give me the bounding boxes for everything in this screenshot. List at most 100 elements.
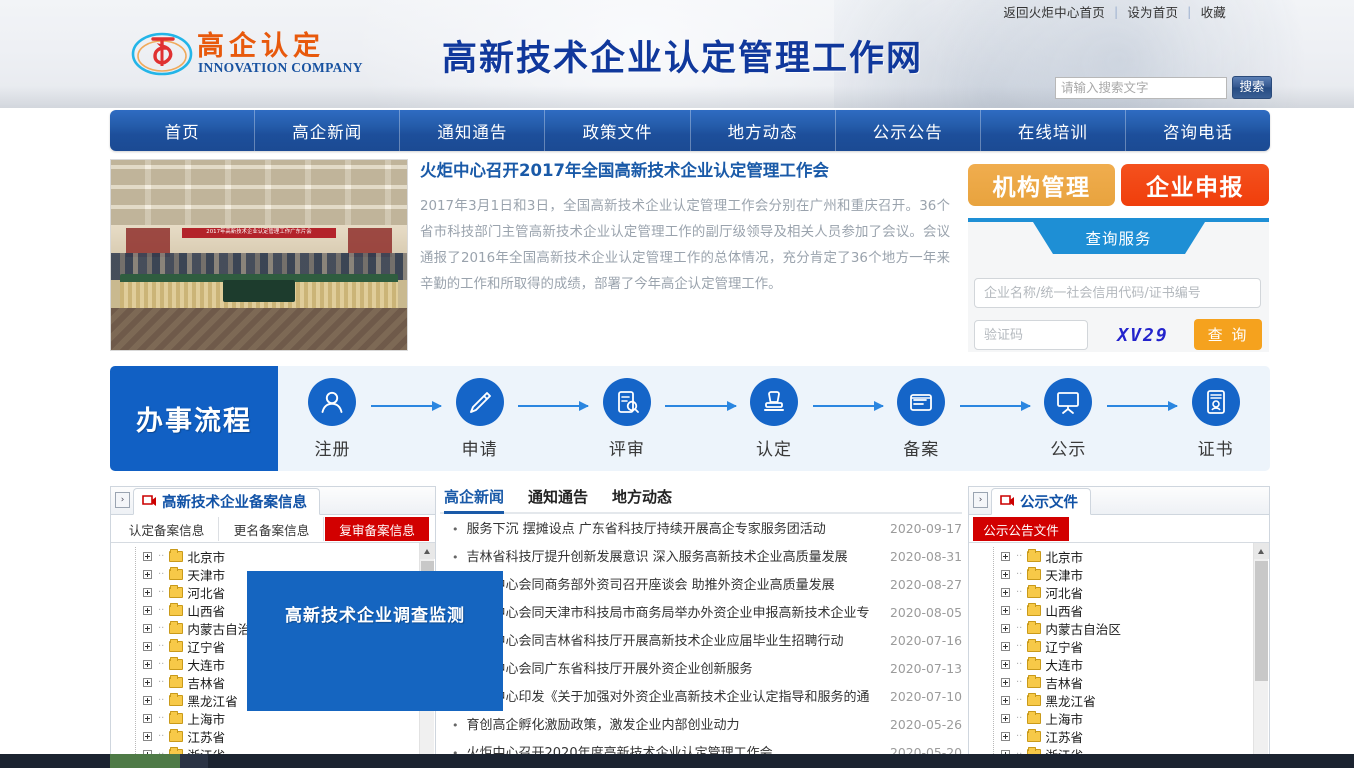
tree-item[interactable]: ··山西省 bbox=[969, 601, 1253, 619]
scrollbar-thumb[interactable] bbox=[1255, 561, 1268, 681]
expand-plus-icon[interactable] bbox=[143, 642, 152, 651]
site-logo[interactable]: 高企认定 INNOVATION COMPANY bbox=[131, 22, 331, 84]
tree-item[interactable]: ··黑龙江省 bbox=[969, 691, 1253, 709]
captcha-code-image[interactable]: XV29 bbox=[1100, 321, 1186, 349]
org-management-button[interactable]: 机构管理 bbox=[968, 164, 1115, 206]
tree-item[interactable]: ··江苏省 bbox=[969, 727, 1253, 745]
link-favorite[interactable]: 收藏 bbox=[1201, 2, 1226, 21]
expand-plus-icon[interactable] bbox=[1001, 552, 1010, 561]
link-torch-center-home[interactable]: 返回火炬中心首页 bbox=[1003, 2, 1105, 21]
query-submit-button[interactable]: 查 询 bbox=[1194, 319, 1262, 350]
expand-plus-icon[interactable] bbox=[1001, 642, 1010, 651]
flow-step-apply[interactable]: 申请 bbox=[441, 378, 518, 460]
feature-photo[interactable]: 2017年高新技术企业认定管理工作广东片会 bbox=[110, 159, 408, 351]
link-set-homepage[interactable]: 设为首页 bbox=[1127, 2, 1178, 21]
tab-enterprise-news[interactable]: 高企新闻 bbox=[444, 486, 504, 512]
expand-plus-icon[interactable] bbox=[1001, 714, 1010, 723]
expand-plus-icon[interactable] bbox=[143, 678, 152, 687]
panel-collapse-button[interactable]: › bbox=[973, 492, 988, 508]
nav-item-home[interactable]: 首页 bbox=[110, 110, 255, 151]
page-root: 返回火炬中心首页 | 设为首页 | 收藏 高企认定 INNOVATION COM… bbox=[0, 0, 1354, 768]
expand-plus-icon[interactable] bbox=[143, 660, 152, 669]
news-item[interactable]: •吉林省科技厅提升创新发展意识 深入服务高新技术企业高质量发展2020-08-3… bbox=[440, 546, 962, 574]
tree-connector: ·· bbox=[158, 659, 164, 670]
expand-plus-icon[interactable] bbox=[1001, 732, 1010, 741]
news-item[interactable]: •火炬中心会同天津市科技局市商务局举办外资企业申报高新技术企业专2020-08-… bbox=[440, 602, 962, 630]
footer-segment-green bbox=[110, 754, 180, 768]
nav-item-hotline[interactable]: 咨询电话 bbox=[1126, 110, 1270, 151]
tree-item[interactable]: ··天津市 bbox=[969, 565, 1253, 583]
news-item[interactable]: •育创高企孵化激励政策，激发企业内部创业动力2020-05-26 bbox=[440, 714, 962, 742]
news-item[interactable]: •服务下沉 摆摊设点 广东省科技厅持续开展高企专家服务团活动2020-09-17 bbox=[440, 518, 962, 546]
tree-item[interactable]: ··辽宁省 bbox=[969, 637, 1253, 655]
nav-item-news[interactable]: 高企新闻 bbox=[255, 110, 400, 151]
tree-item[interactable]: ··江苏省 bbox=[111, 727, 419, 745]
expand-plus-icon[interactable] bbox=[1001, 696, 1010, 705]
flow-step-certify[interactable]: 认定 bbox=[736, 378, 813, 460]
feature-article-title[interactable]: 火炬中心召开2017年全国高新技术企业认定管理工作会 bbox=[420, 160, 950, 181]
expand-plus-icon[interactable] bbox=[143, 588, 152, 597]
subtab-certification-record[interactable]: 认定备案信息 bbox=[115, 517, 219, 541]
panel-collapse-button[interactable]: › bbox=[115, 492, 130, 508]
expand-plus-icon[interactable] bbox=[143, 624, 152, 633]
flow-step-record[interactable]: 备案 bbox=[883, 378, 960, 460]
nav-item-training[interactable]: 在线培训 bbox=[981, 110, 1126, 151]
expand-plus-icon[interactable] bbox=[1001, 624, 1010, 633]
subtab-rename-record[interactable]: 更名备案信息 bbox=[220, 517, 324, 541]
search-input[interactable] bbox=[1055, 77, 1227, 99]
tab-notices[interactable]: 通知通告 bbox=[528, 486, 588, 512]
news-item[interactable]: •火炬中心印发《关于加强对外资企业高新技术企业认定指导和服务的通2020-07-… bbox=[440, 686, 962, 714]
nav-item-notices[interactable]: 通知通告 bbox=[400, 110, 545, 151]
scroll-up-arrow-icon[interactable] bbox=[420, 543, 435, 559]
panel-tab-header: › 公示文件 bbox=[969, 487, 1269, 515]
expand-plus-icon[interactable] bbox=[1001, 660, 1010, 669]
tree-item[interactable]: ··河北省 bbox=[969, 583, 1253, 601]
tree-item[interactable]: ··北京市 bbox=[111, 547, 419, 565]
tree-item[interactable]: ··上海市 bbox=[111, 709, 419, 727]
expand-plus-icon[interactable] bbox=[1001, 678, 1010, 687]
expand-plus-icon[interactable] bbox=[1001, 570, 1010, 579]
flow-step-register[interactable]: 注册 bbox=[294, 378, 371, 460]
panel-tab-publicity-files[interactable]: 公示文件 bbox=[991, 488, 1091, 515]
nav-item-policy[interactable]: 政策文件 bbox=[545, 110, 690, 151]
news-item-title: 火炬中心会同广东省科技厅开展外资企业创新服务 bbox=[467, 658, 884, 677]
expand-plus-icon[interactable] bbox=[143, 606, 152, 615]
flow-step-publicity[interactable]: 公示 bbox=[1030, 378, 1107, 460]
tree-item[interactable]: ··北京市 bbox=[969, 547, 1253, 565]
tree-vertical-scrollbar[interactable] bbox=[1253, 543, 1268, 767]
tree-item[interactable]: ··内蒙古自治区 bbox=[969, 619, 1253, 637]
nav-item-local[interactable]: 地方动态 bbox=[691, 110, 836, 151]
news-item-title: 火炬中心印发《关于加强对外资企业高新技术企业认定指导和服务的通 bbox=[467, 686, 884, 705]
tree-connector: ·· bbox=[1016, 605, 1022, 616]
news-item[interactable]: •火炬中心会同商务部外资司召开座谈会 助推外资企业高质量发展2020-08-27 bbox=[440, 574, 962, 602]
captcha-input[interactable] bbox=[974, 320, 1088, 350]
enterprise-apply-button[interactable]: 企业申报 bbox=[1121, 164, 1269, 206]
flow-step-review[interactable]: 评审 bbox=[588, 378, 665, 460]
expand-plus-icon[interactable] bbox=[143, 696, 152, 705]
expand-plus-icon[interactable] bbox=[1001, 606, 1010, 615]
folder-icon bbox=[1027, 695, 1041, 706]
flow-step-certificate[interactable]: 证书 bbox=[1177, 378, 1254, 460]
panel-tab-record-info[interactable]: 高新技术企业备案信息 bbox=[133, 488, 320, 515]
expand-plus-icon[interactable] bbox=[1001, 588, 1010, 597]
search-button[interactable]: 搜索 bbox=[1232, 76, 1272, 99]
expand-plus-icon[interactable] bbox=[143, 552, 152, 561]
scroll-up-arrow-icon[interactable] bbox=[1254, 543, 1269, 559]
subtab-publicity-files[interactable]: 公示公告文件 bbox=[973, 517, 1069, 541]
expand-plus-icon[interactable] bbox=[143, 570, 152, 579]
tab-local-news[interactable]: 地方动态 bbox=[612, 486, 672, 512]
news-item-title: 育创高企孵化激励政策，激发企业内部创业动力 bbox=[467, 714, 884, 733]
tree-item[interactable]: ··大连市 bbox=[969, 655, 1253, 673]
tree-item[interactable]: ··吉林省 bbox=[969, 673, 1253, 691]
expand-plus-icon[interactable] bbox=[143, 732, 152, 741]
expand-plus-icon[interactable] bbox=[143, 714, 152, 723]
company-query-input[interactable] bbox=[974, 278, 1261, 308]
subtab-review-record[interactable]: 复审备案信息 bbox=[325, 517, 429, 541]
nav-item-publicity[interactable]: 公示公告 bbox=[836, 110, 981, 151]
tree-item[interactable]: ··上海市 bbox=[969, 709, 1253, 727]
survey-monitoring-overlay[interactable]: 高新技术企业调查监测 bbox=[247, 571, 503, 711]
news-item[interactable]: •火炬中心会同广东省科技厅开展外资企业创新服务2020-07-13 bbox=[440, 658, 962, 686]
news-item[interactable]: •火炬中心会同吉林省科技厅开展高新技术企业应届毕业生招聘行动2020-07-16 bbox=[440, 630, 962, 658]
folder-icon bbox=[169, 605, 183, 616]
tree-connector: ·· bbox=[158, 731, 164, 742]
